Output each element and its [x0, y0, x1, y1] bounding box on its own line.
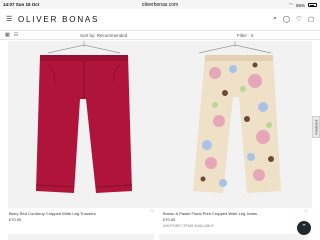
wishlist-heart-icon[interactable]: ♡ — [304, 209, 308, 215]
chevron-up-icon: ⌃ — [301, 224, 307, 231]
product-price-2: £70.00 — [163, 217, 176, 222]
wishlist-icon[interactable]: ♡ — [296, 15, 302, 23]
grid-view-icon[interactable]: ▦ — [5, 32, 10, 38]
filter-bar: ▦ ☷ Sort by: Recommended Filter · 5 — [0, 30, 320, 40]
floral-jeans-illustration — [193, 41, 281, 193]
battery-percent: 55% — [295, 2, 305, 8]
feedback-tab[interactable]: Feedback — [312, 116, 320, 138]
battery-icon — [308, 3, 317, 7]
back-to-top-button[interactable]: ⌃ — [297, 221, 311, 235]
view-toggle: ▦ ☷ — [5, 32, 18, 38]
product-image-2[interactable] — [159, 41, 312, 208]
status-right: ◠ 55% — [289, 2, 317, 8]
product-image-4-preview[interactable] — [159, 234, 305, 240]
bag-icon[interactable]: ▢ — [308, 15, 314, 23]
product-image-1[interactable] — [8, 41, 161, 208]
wishlist-heart-icon[interactable]: ♡ — [150, 209, 154, 215]
account-icon[interactable]: ◯ — [283, 15, 290, 23]
site-header: ☰ OLIVER BONAS ⌕ ◯ ♡ ▢ — [0, 9, 320, 31]
site-logo[interactable]: OLIVER BONAS — [18, 15, 99, 24]
product-price-1: £70.00 — [9, 217, 22, 222]
status-bar: 14:07 Sun 16 Oct oliverbonas.com ◠ 55% — [0, 0, 320, 9]
list-view-icon[interactable]: ☷ — [14, 32, 18, 38]
product-name-1[interactable]: Berry Red Corduroy Cropped Wide Leg Trou… — [9, 211, 96, 216]
sort-dropdown[interactable]: Sort by: Recommended — [80, 33, 127, 38]
product-name-2[interactable]: Brown & Pastel Floral Print Cropped Wide… — [163, 211, 257, 216]
filter-button[interactable]: Filter · 5 — [237, 33, 254, 38]
search-icon[interactable]: ⌕ — [273, 15, 277, 23]
header-icons: ⌕ ◯ ♡ ▢ — [273, 15, 314, 23]
red-trousers-illustration — [35, 41, 133, 193]
product-image-3-preview[interactable] — [8, 234, 154, 240]
next-row-preview — [0, 232, 320, 240]
product-tag-2: ANOTHER ITEMS AVAILABLE — [163, 224, 215, 228]
hamburger-menu-icon[interactable]: ☰ — [6, 16, 12, 23]
wifi-icon: ◠ — [289, 2, 293, 7]
address-bar-url[interactable]: oliverbonas.com — [0, 2, 320, 8]
